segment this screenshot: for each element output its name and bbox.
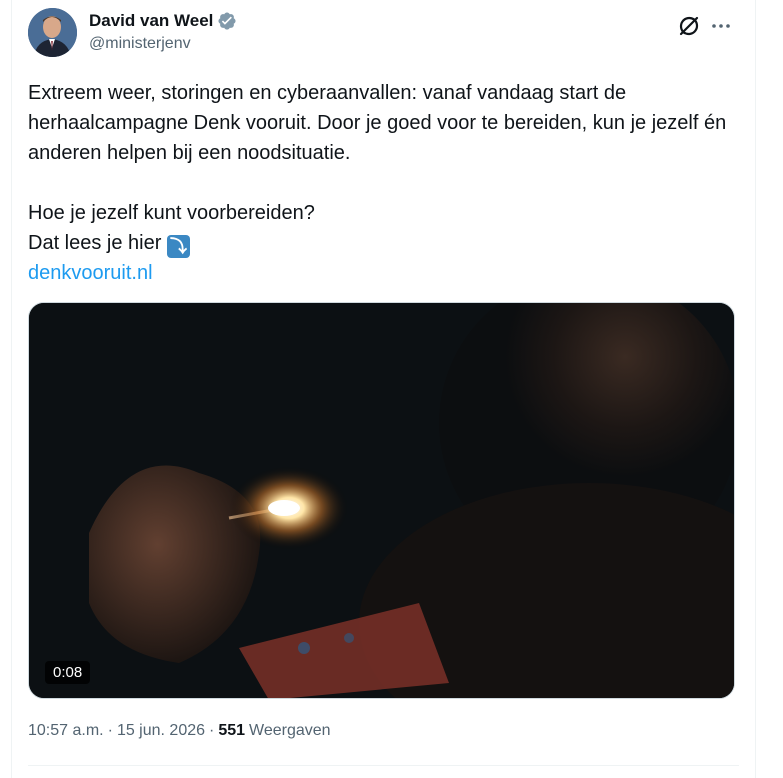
tweet-meta: 10:57 a.m. · 15 jun. 2026 · 551 Weergave… bbox=[28, 722, 331, 740]
author-names: David van Weel @ministerjenv bbox=[89, 10, 237, 53]
tweet-date[interactable]: 15 jun. 2026 bbox=[117, 722, 205, 740]
display-name[interactable]: David van Weel bbox=[89, 11, 213, 31]
more-icon[interactable] bbox=[709, 14, 733, 38]
tweet-header: David van Weel @ministerjenv bbox=[28, 8, 739, 60]
meta-separator: · bbox=[107, 722, 113, 739]
verified-badge-icon[interactable] bbox=[217, 11, 237, 31]
tweet-time[interactable]: 10:57 a.m. bbox=[28, 722, 104, 740]
tweet-line-read-text: Dat lees je hier bbox=[28, 232, 162, 254]
display-name-row: David van Weel bbox=[89, 10, 237, 32]
avatar[interactable] bbox=[28, 8, 77, 57]
video-player[interactable]: 0:08 bbox=[28, 302, 735, 699]
tweet-link[interactable]: denkvooruit.nl bbox=[28, 262, 153, 284]
grok-icon[interactable] bbox=[677, 14, 701, 38]
tweet-line-question: Hoe je jezelf kunt voorbereiden? bbox=[28, 202, 315, 224]
views-label: Weergaven bbox=[249, 722, 331, 739]
tweet-text: Extreem weer, storingen en cyberaanvalle… bbox=[28, 78, 740, 288]
tweet-link-line: denkvooruit.nl bbox=[28, 258, 740, 288]
tweet-card: David van Weel @ministerjenv Extreem wee… bbox=[11, 0, 756, 778]
video-frame bbox=[29, 303, 734, 698]
tweet-paragraph: Extreem weer, storingen en cyberaanvalle… bbox=[28, 82, 732, 164]
tweet-line-read: Dat lees je hier ⤵ bbox=[28, 228, 740, 258]
video-duration: 0:08 bbox=[45, 661, 91, 684]
meta-separator: · bbox=[209, 722, 215, 739]
arrow-down-right-icon: ⤵ bbox=[166, 235, 190, 258]
views-count: 551 bbox=[218, 722, 246, 739]
handle[interactable]: @ministerjenv bbox=[89, 35, 237, 53]
divider bbox=[28, 765, 739, 766]
